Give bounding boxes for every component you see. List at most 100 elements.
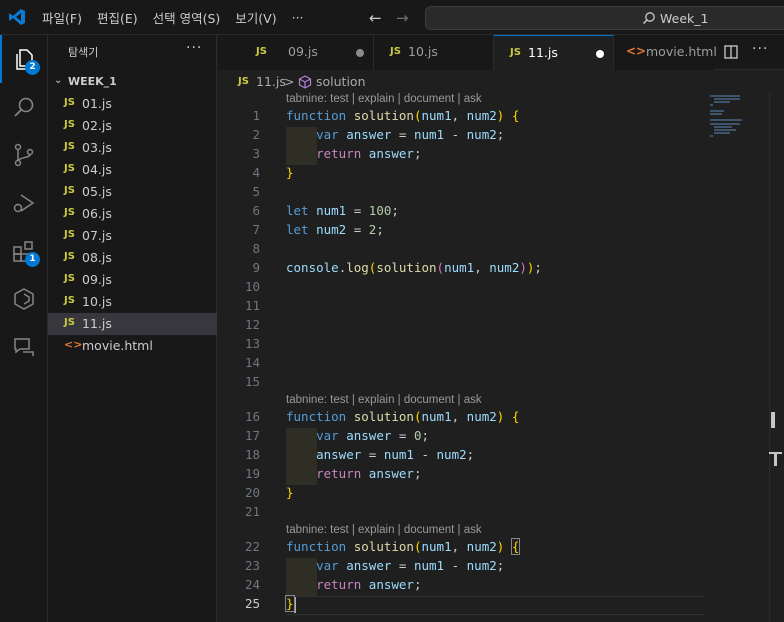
- source-control-icon: [14, 143, 34, 167]
- code-line: let num2 = 2;: [286, 222, 384, 237]
- menu-file[interactable]: 파일(F): [42, 8, 82, 27]
- js-file-icon: JS: [390, 46, 401, 57]
- js-file-icon: JS: [64, 207, 75, 218]
- line-number: 16: [244, 409, 260, 424]
- tabnine-code-lens[interactable]: tabnine: test | explain | document | ask: [286, 394, 482, 406]
- line-number: 18: [244, 447, 260, 462]
- menu-selection[interactable]: 선택 영역(S): [153, 8, 221, 27]
- code-editor[interactable]: 1 2 3 4 5 6 7 8 9 10 11 12 13 14 15 16 1…: [218, 93, 784, 622]
- menu-more[interactable]: ···: [292, 10, 304, 25]
- file-item-selected[interactable]: JS 11.js: [48, 313, 217, 335]
- breadcrumb-symbol[interactable]: solution: [316, 74, 366, 89]
- explorer-sidebar: 탐색기 ··· ⌄ WEEK_1 JS 01.js JS 02.js JS 03.js…: [48, 35, 217, 622]
- explorer-title: 탐색기: [68, 46, 99, 59]
- js-file-icon: JS: [64, 251, 75, 262]
- forward-arrow-icon[interactable]: →: [396, 9, 409, 27]
- run-debug-icon: [13, 194, 35, 213]
- tab-11-js[interactable]: JS 11.js: [494, 35, 614, 71]
- line-number: 12: [244, 317, 260, 332]
- tab-label: 10.js: [408, 44, 438, 59]
- file-name: 09.js: [82, 272, 112, 287]
- explorer-button[interactable]: 2: [0, 35, 48, 83]
- file-name: 11.js: [82, 316, 112, 331]
- file-name: 08.js: [82, 250, 112, 265]
- line-number: 1: [252, 108, 260, 123]
- tabnine-code-lens[interactable]: tabnine: test | explain | document | ask: [286, 93, 482, 105]
- modified-dot-icon[interactable]: [356, 49, 364, 57]
- code-line: function solution(num1, num2) {: [286, 538, 521, 555]
- code-line-current: }: [285, 595, 296, 613]
- line-number: 8: [252, 241, 260, 256]
- file-item[interactable]: <> movie.html: [48, 335, 217, 357]
- scrollbar-marker: [771, 412, 775, 428]
- command-center-search[interactable]: Week_1: [425, 6, 784, 30]
- file-item[interactable]: JS 03.js: [48, 137, 217, 159]
- js-file-icon: JS: [64, 273, 75, 284]
- js-file-icon: JS: [238, 76, 249, 87]
- search-view-button[interactable]: [0, 83, 48, 131]
- source-control-button[interactable]: [0, 131, 48, 179]
- file-item[interactable]: JS 02.js: [48, 115, 217, 137]
- file-name: 01.js: [82, 96, 112, 111]
- file-item[interactable]: JS 07.js: [48, 225, 217, 247]
- line-number: 10: [244, 279, 260, 294]
- chevron-down-icon: ⌄: [54, 75, 63, 86]
- tabnine-button[interactable]: [0, 275, 48, 323]
- tabnine-code-lens[interactable]: tabnine: test | explain | document | ask: [286, 524, 482, 536]
- extensions-button[interactable]: 1: [0, 227, 48, 275]
- tabnine-hexagon-icon: [14, 288, 34, 310]
- remote-explorer-button[interactable]: [0, 323, 48, 371]
- breadcrumb-file[interactable]: 11.js: [256, 74, 286, 89]
- code-line: function solution(num1, num2) {: [286, 108, 520, 123]
- search-text: Week_1: [660, 11, 709, 26]
- minimap[interactable]: [708, 93, 768, 622]
- tab-09-js[interactable]: JS 09.js: [218, 35, 374, 70]
- editor-tabs: JS 09.js JS 10.js JS 11.js <> movie.html: [218, 35, 784, 71]
- line-number: 22: [244, 539, 260, 554]
- file-item[interactable]: JS 04.js: [48, 159, 217, 181]
- explorer-more-button[interactable]: ···: [186, 40, 202, 56]
- html-file-icon: <>: [64, 338, 83, 351]
- line-number: 9: [252, 260, 260, 275]
- tab-10-js[interactable]: JS 10.js: [374, 35, 494, 70]
- file-item[interactable]: JS 05.js: [48, 181, 217, 203]
- file-item[interactable]: JS 01.js: [48, 93, 217, 115]
- activity-bar: 2 1: [0, 35, 48, 622]
- file-name: 07.js: [82, 228, 112, 243]
- file-item[interactable]: JS 09.js: [48, 269, 217, 291]
- file-list: JS 01.js JS 02.js JS 03.js JS 04.js JS 05.js …: [48, 93, 217, 357]
- js-file-icon: JS: [64, 295, 75, 306]
- file-item[interactable]: JS 08.js: [48, 247, 217, 269]
- js-file-icon: JS: [64, 229, 75, 240]
- file-name: 04.js: [82, 162, 112, 177]
- modified-dot-icon[interactable]: [596, 50, 604, 58]
- line-number: 21: [244, 504, 260, 519]
- tab-label: movie.html: [646, 44, 717, 59]
- code-line: var answer = 0;: [316, 428, 430, 443]
- code-line: var answer = num1 - num2;: [316, 127, 505, 142]
- back-arrow-icon[interactable]: ←: [369, 9, 382, 27]
- line-number: 15: [244, 374, 260, 389]
- breadcrumb: JS 11.js > solution: [218, 71, 784, 93]
- vertical-scrollbar[interactable]: [769, 93, 784, 622]
- file-item[interactable]: JS 06.js: [48, 203, 217, 225]
- line-number-current: 25: [244, 596, 260, 611]
- editor-more-button[interactable]: ···: [752, 41, 768, 57]
- split-editor-icon[interactable]: [724, 45, 738, 59]
- run-debug-button[interactable]: [0, 179, 48, 227]
- menu-edit[interactable]: 편집(E): [97, 8, 138, 27]
- js-file-icon: JS: [64, 185, 75, 196]
- line-number: 5: [252, 184, 260, 199]
- breadcrumb-separator: >: [284, 74, 295, 89]
- folder-week-1[interactable]: ⌄ WEEK_1: [48, 71, 217, 93]
- text-cursor: [293, 596, 296, 613]
- scrollbar-thumb-stem: [774, 454, 777, 466]
- code-line: answer = num1 - num2;: [316, 447, 475, 462]
- current-line-highlight: [286, 596, 704, 615]
- file-item[interactable]: JS 10.js: [48, 291, 217, 313]
- menu-view[interactable]: 보기(V): [235, 8, 276, 27]
- file-name: 03.js: [82, 140, 112, 155]
- tab-movie-html[interactable]: <> movie.html: [614, 35, 717, 70]
- search-icon: [642, 12, 655, 25]
- file-name: movie.html: [82, 338, 153, 353]
